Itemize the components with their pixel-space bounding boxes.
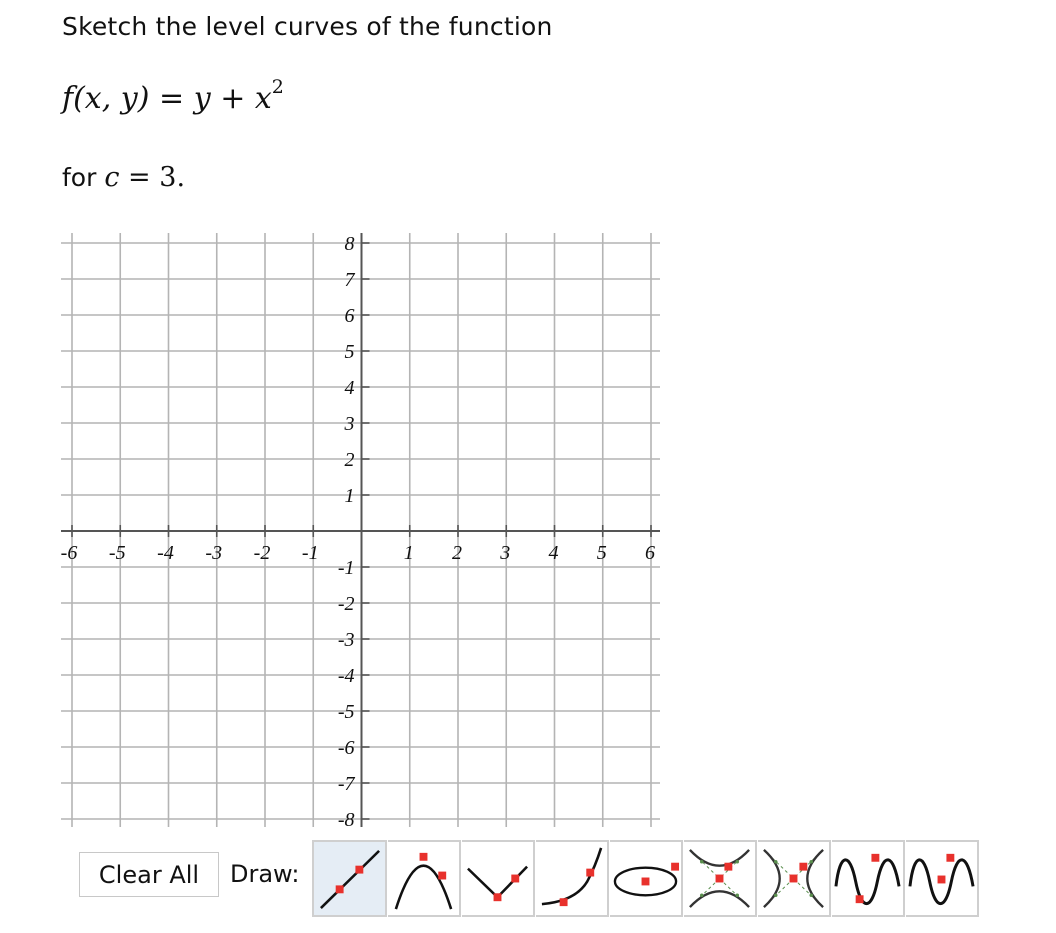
sine-icon (834, 853, 901, 905)
y-tick-label: 8 (345, 233, 355, 255)
x-tick-label: -5 (109, 542, 126, 564)
y-tick-label: 3 (344, 413, 355, 435)
absolute-value-tool[interactable] (462, 840, 535, 917)
x-tick-label: -2 (254, 542, 271, 564)
clear-all-button[interactable]: Clear All (79, 852, 219, 897)
x-tick-label: -6 (61, 542, 78, 564)
y-tick-label: -1 (338, 557, 355, 579)
exponential-tool[interactable] (536, 840, 609, 917)
y-tick-label: -6 (338, 737, 355, 759)
y-tick-label: 5 (345, 341, 355, 363)
ellipse-icon (613, 862, 680, 897)
exponential-icon (541, 847, 603, 907)
y-tick-label: -2 (338, 593, 355, 615)
x-tick-label: 6 (645, 542, 655, 564)
draw-label: Draw: (230, 860, 300, 888)
hyperbola-vertical-tool[interactable] (684, 840, 757, 917)
x-tick-label: 5 (597, 542, 607, 564)
parabola-down-tool[interactable] (388, 840, 461, 917)
y-tick-label: -3 (338, 629, 355, 651)
ellipse-tool[interactable] (610, 840, 683, 917)
graph-canvas[interactable]: -6 -5 -4 -3 -2 -1 1 2 3 4 5 6 8 7 6 5 4 3 2 1 -1 -2 -3 -4 -5 -6 -7… (0, 0, 1056, 840)
y-tick-label: 4 (345, 377, 355, 399)
hyperbola-horizontal-icon (763, 849, 824, 908)
x-tick-label: -1 (302, 542, 319, 564)
x-tick-label: 3 (499, 542, 510, 564)
sine-tool[interactable] (832, 840, 905, 917)
y-tick-label: -8 (338, 809, 355, 831)
y-tick-label: -7 (338, 773, 356, 795)
x-tick-label: -3 (205, 542, 222, 564)
draw-toolbar (312, 840, 979, 917)
y-tick-label: 1 (345, 485, 355, 507)
y-tick-label: -4 (338, 665, 355, 687)
parabola-down-icon (394, 852, 453, 910)
x-tick-label: 2 (452, 542, 462, 564)
cosine-icon (908, 853, 975, 905)
y-tick-label: 2 (345, 449, 355, 471)
absolute-value-icon (467, 865, 529, 902)
x-tick-label: 1 (404, 542, 414, 564)
hyperbola-vertical-icon (689, 849, 750, 908)
x-tick-label: 4 (549, 542, 559, 564)
y-tick-label: 6 (345, 305, 355, 327)
y-tick-label: -5 (338, 701, 355, 723)
cosine-tool[interactable] (906, 840, 979, 917)
y-tick-label: 7 (345, 269, 356, 291)
hyperbola-horizontal-tool[interactable] (758, 840, 831, 917)
x-tick-label: -4 (157, 542, 174, 564)
line-tool[interactable] (312, 840, 387, 917)
line-icon (320, 849, 380, 909)
